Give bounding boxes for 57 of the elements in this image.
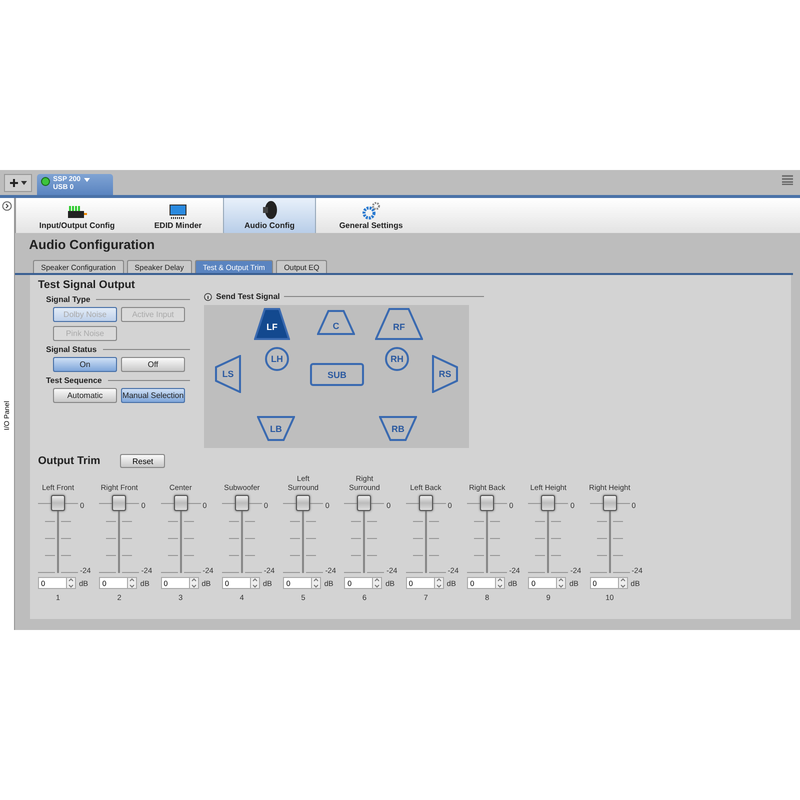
section-title: Output Trim [38, 455, 100, 467]
nav-tab[interactable]: Input/Output Config [21, 198, 133, 233]
speaker-button[interactable]: LB [257, 416, 295, 441]
slider-thumb[interactable] [174, 495, 188, 511]
reset-button[interactable]: Reset [120, 454, 166, 468]
gears-icon [361, 202, 381, 220]
group-title: Signal Type [46, 295, 90, 304]
device-icon [66, 204, 88, 220]
spinner-icon[interactable] [556, 577, 566, 589]
option-button[interactable]: On [53, 357, 117, 372]
option-button[interactable]: Automatic [53, 388, 117, 403]
option-button[interactable]: Off [121, 357, 185, 372]
plus-icon [10, 179, 18, 187]
speaker-button[interactable]: C [317, 310, 355, 335]
slider-thumb[interactable] [480, 495, 494, 511]
nav-tab[interactable]: EDID Minder [133, 198, 223, 233]
speaker-button[interactable]: LF [254, 308, 290, 340]
spinner-icon[interactable] [66, 577, 76, 589]
speaker-button[interactable]: RH [385, 347, 409, 371]
slider-thumb[interactable] [234, 495, 249, 511]
speaker-button[interactable]: SUB [310, 363, 364, 386]
slider-thumb[interactable] [112, 495, 126, 511]
speaker-button[interactable]: RS [432, 355, 458, 393]
nav-tab[interactable]: Audio Config [223, 198, 316, 233]
add-button[interactable] [4, 174, 32, 192]
slider-thumb[interactable] [418, 495, 433, 511]
slider-thumb[interactable] [51, 495, 65, 511]
section-title: Test Signal Output [38, 279, 136, 291]
caret-icon [20, 181, 26, 185]
spinner-icon[interactable] [250, 577, 260, 589]
slider-thumb[interactable] [541, 495, 556, 511]
spinner-icon[interactable] [311, 577, 322, 589]
spinner-icon[interactable] [127, 577, 138, 589]
speaker-button[interactable]: LS [215, 355, 241, 393]
spinner-icon[interactable] [372, 577, 382, 589]
info-icon [204, 292, 212, 300]
group-title: Send Test Signal [216, 292, 280, 301]
spinner-icon[interactable] [495, 577, 506, 589]
slider-thumb[interactable] [296, 495, 310, 511]
option-button[interactable]: Manual Selection [121, 388, 185, 403]
spinner-icon[interactable] [188, 577, 199, 589]
speaker-button[interactable]: LH [265, 347, 289, 371]
nav-tab[interactable]: General Settings [316, 198, 426, 233]
slider-thumb[interactable] [357, 495, 372, 511]
speaker-button[interactable]: RB [379, 416, 417, 441]
caret-icon [84, 178, 90, 182]
speaker-button[interactable]: RF [375, 308, 423, 340]
spinner-icon[interactable] [434, 577, 444, 589]
page-title: Audio Configuration [28, 236, 156, 254]
expand-icon[interactable] [2, 201, 12, 211]
group-title: Test Sequence [46, 376, 102, 385]
menu-icon[interactable] [782, 175, 793, 185]
spinner-icon[interactable] [618, 577, 628, 589]
slider-thumb[interactable] [602, 495, 617, 511]
group-title: Signal Status [46, 345, 97, 354]
monitor-icon [168, 204, 188, 220]
speaker-icon [260, 200, 278, 220]
